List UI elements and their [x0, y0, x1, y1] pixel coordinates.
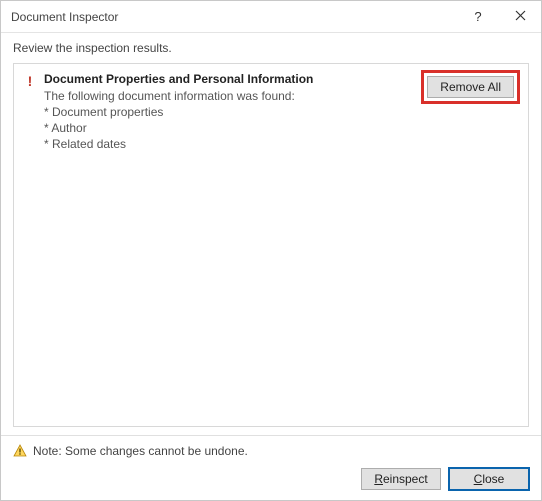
- help-icon: ?: [474, 9, 481, 24]
- warning-icon: [13, 444, 27, 458]
- titlebar: Document Inspector ?: [1, 1, 541, 33]
- result-heading: Document Properties and Personal Informa…: [44, 72, 415, 86]
- result-item: ! Document Properties and Personal Infor…: [22, 72, 520, 152]
- result-description: The following document information was f…: [44, 88, 415, 152]
- result-found-item: * Author: [44, 120, 415, 136]
- reinspect-button[interactable]: Reinspect: [361, 468, 441, 490]
- instruction-text: Review the inspection results.: [1, 33, 541, 59]
- help-button[interactable]: ?: [457, 1, 499, 33]
- alert-icon: !: [22, 72, 38, 89]
- note-text: Note: Some changes cannot be undone.: [33, 444, 248, 458]
- result-body: Document Properties and Personal Informa…: [44, 72, 415, 152]
- close-window-button[interactable]: [499, 1, 541, 33]
- result-desc-line: The following document information was f…: [44, 88, 415, 104]
- remove-all-button[interactable]: Remove All: [427, 76, 514, 98]
- window-title: Document Inspector: [11, 10, 457, 24]
- results-panel: ! Document Properties and Personal Infor…: [13, 63, 529, 427]
- note-row: Note: Some changes cannot be undone.: [13, 444, 529, 458]
- footer: Note: Some changes cannot be undone. Rei…: [1, 435, 541, 500]
- close-button[interactable]: Close: [449, 468, 529, 490]
- footer-buttons: Reinspect Close: [13, 468, 529, 490]
- dialog-window: Document Inspector ? Review the inspecti…: [0, 0, 542, 501]
- result-found-item: * Related dates: [44, 136, 415, 152]
- close-icon: [515, 9, 526, 24]
- remove-all-highlight: Remove All: [421, 70, 520, 104]
- result-found-item: * Document properties: [44, 104, 415, 120]
